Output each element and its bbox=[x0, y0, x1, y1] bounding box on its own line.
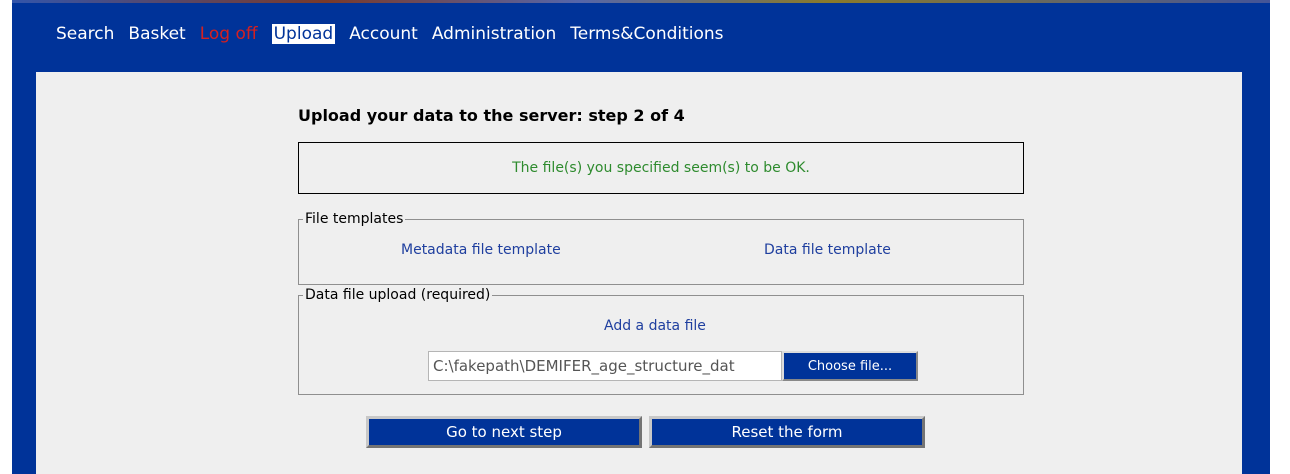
reset-form-button[interactable]: Reset the form bbox=[649, 416, 925, 448]
nav-administration[interactable]: Administration bbox=[432, 24, 556, 44]
file-path-input[interactable]: C:\fakepath\DEMIFER_age_structure_dat bbox=[428, 351, 782, 381]
nav-search[interactable]: Search bbox=[56, 24, 114, 44]
status-message-box: The file(s) you specified seem(s) to be … bbox=[298, 142, 1024, 194]
metadata-template-link[interactable]: Metadata file template bbox=[401, 242, 561, 258]
nav-account[interactable]: Account bbox=[349, 24, 418, 44]
data-template-link[interactable]: Data file template bbox=[764, 242, 891, 258]
page-title: Upload your data to the server: step 2 o… bbox=[298, 106, 685, 125]
nav-upload[interactable]: Upload bbox=[271, 24, 336, 44]
next-step-button[interactable]: Go to next step bbox=[366, 416, 642, 448]
file-templates-legend: File templates bbox=[305, 211, 404, 227]
choose-file-button[interactable]: Choose file... bbox=[782, 351, 918, 381]
nav-terms-conditions[interactable]: Terms&Conditions bbox=[570, 24, 723, 44]
nav-log-off[interactable]: Log off bbox=[200, 24, 258, 44]
data-upload-legend: Data file upload (required) bbox=[305, 287, 491, 303]
status-message: The file(s) you specified seem(s) to be … bbox=[512, 160, 810, 176]
add-data-file-link[interactable]: Add a data file bbox=[604, 318, 706, 334]
top-stripe bbox=[12, 0, 1270, 3]
main-nav: Search Basket Log off Upload Account Adm… bbox=[56, 22, 738, 46]
nav-basket[interactable]: Basket bbox=[128, 24, 185, 44]
